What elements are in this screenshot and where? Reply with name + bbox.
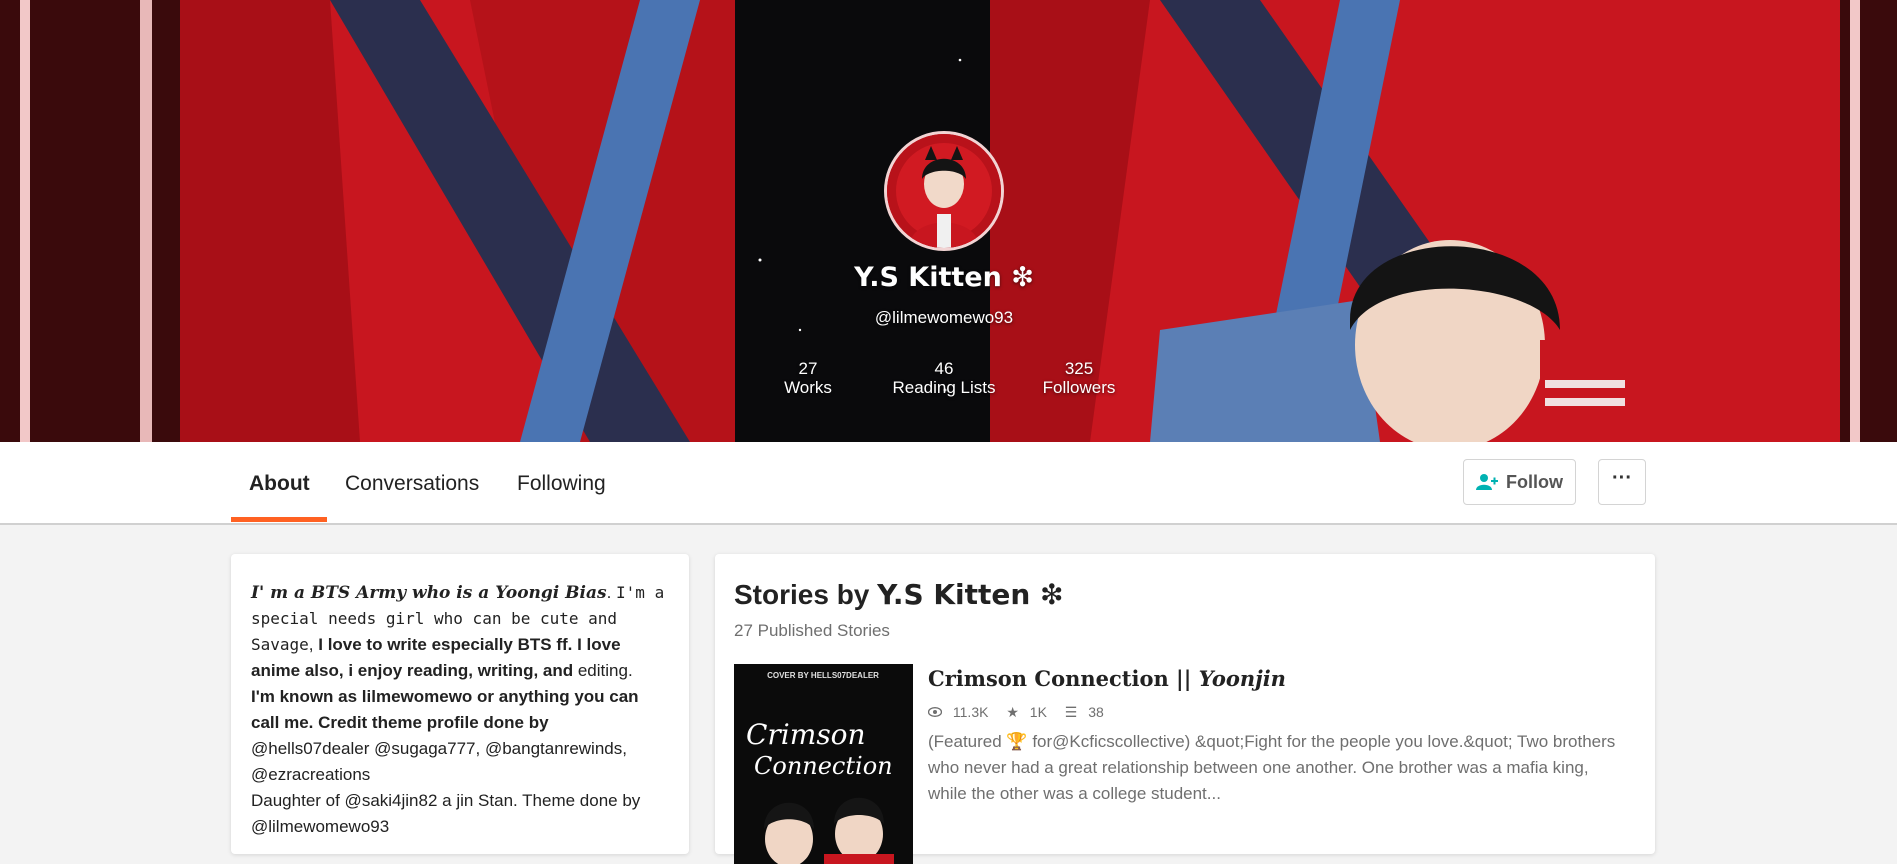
about-card: I' m a BTS Army who is a Yoongi Bias. I'… xyxy=(231,554,689,854)
stories-heading: Stories by Y.S Kitten ❇ xyxy=(734,578,1064,611)
story-cover[interactable]: COVER BY HELLS07DEALER Crimson Connectio… xyxy=(734,664,913,864)
story-title-main: Crimson Connection || xyxy=(928,666,1199,691)
stat-followers-count: 325 xyxy=(1064,359,1094,378)
reads-count: 11.3K xyxy=(952,704,989,720)
active-tab-indicator xyxy=(231,517,327,522)
more-options-icon: ··· xyxy=(1612,467,1632,489)
stat-reading-lists[interactable]: 46 Reading Lists xyxy=(886,359,1002,397)
tab-following[interactable]: Following xyxy=(517,472,606,496)
bio-known-as: I'm known as lilmewomewo or anything you… xyxy=(251,687,639,732)
tab-conversations[interactable]: Conversations xyxy=(345,472,479,496)
avatar[interactable] xyxy=(884,131,1004,251)
bio-separator: . xyxy=(606,583,617,602)
stories-heading-prefix: Stories by xyxy=(734,579,878,610)
stat-followers-label: Followers xyxy=(1042,378,1116,397)
stat-works-label: Works xyxy=(784,378,832,397)
more-options-button[interactable]: ··· xyxy=(1598,459,1646,505)
stat-reading-lists-label: Reading Lists xyxy=(892,378,996,397)
stat-works-count: 27 xyxy=(798,359,818,378)
eye-icon xyxy=(927,704,946,720)
list-icon: ☰ xyxy=(1064,704,1078,720)
stories-heading-name: Y.S Kitten ❇ xyxy=(877,578,1064,611)
votes-count: 1K xyxy=(1029,704,1047,720)
story-title[interactable]: Crimson Connection || Yoonjin xyxy=(928,666,1286,691)
story-description: (Featured 🏆 for@Kcficscollective) &quot;… xyxy=(928,732,1616,803)
bio-credits[interactable]: @hells07dealer @sugaga777, @bangtanrewin… xyxy=(251,739,627,784)
stat-works[interactable]: 27 Works xyxy=(772,359,844,397)
cover-credit: COVER BY HELLS07DEALER xyxy=(767,671,879,680)
username: @lilmewomewo93 xyxy=(874,308,1014,327)
parts-count: 38 xyxy=(1088,704,1104,720)
cover-title-line2: Connection xyxy=(754,752,893,780)
stat-reading-lists-count: 46 xyxy=(934,359,954,378)
avatar-image xyxy=(887,134,1001,248)
star-icon: ★ xyxy=(1006,704,1019,720)
story-stats: 11.3K ★ 1K ☰ 38 xyxy=(927,704,1118,721)
about-bio: I' m a BTS Army who is a Yoongi Bias. I'… xyxy=(251,580,671,840)
profile-nav: About Conversations Following Follow ··· xyxy=(0,442,1897,525)
published-stories-count: 27 Published Stories xyxy=(734,621,890,640)
votes-stat: ★ 1K xyxy=(1006,704,1057,720)
story-cover-image: COVER BY HELLS07DEALER Crimson Connectio… xyxy=(734,664,913,864)
bio-intro: I' m a BTS Army who is a Yoongi Bias xyxy=(251,583,607,603)
bio-separator: , xyxy=(308,635,319,654)
reads-stat: 11.3K xyxy=(927,704,999,720)
parts-stat: ☰ 38 xyxy=(1065,704,1111,720)
stat-followers[interactable]: 325 Followers xyxy=(1036,359,1122,397)
profile-banner: Y.S Kitten ❇ @lilmewomewo93 27 Works 46 … xyxy=(0,0,1897,442)
bio-family[interactable]: Daughter of @saki4jin82 a jin Stan. Them… xyxy=(251,791,640,836)
story-title-italic: Yoonjin xyxy=(1198,666,1286,691)
profile-header: Y.S Kitten ❇ @lilmewomewo93 27 Works 46 … xyxy=(0,0,1897,442)
bio-editing: editing. xyxy=(573,661,633,680)
follow-button[interactable]: Follow xyxy=(1463,459,1576,505)
stories-card: Stories by Y.S Kitten ❇ 27 Published Sto… xyxy=(715,554,1655,864)
display-name: Y.S Kitten ❇ xyxy=(854,262,1034,293)
follow-button-label: Follow xyxy=(1506,472,1563,492)
add-user-icon xyxy=(1476,473,1498,496)
cover-title-line1: Crimson xyxy=(746,718,866,751)
tab-about[interactable]: About xyxy=(249,472,310,496)
